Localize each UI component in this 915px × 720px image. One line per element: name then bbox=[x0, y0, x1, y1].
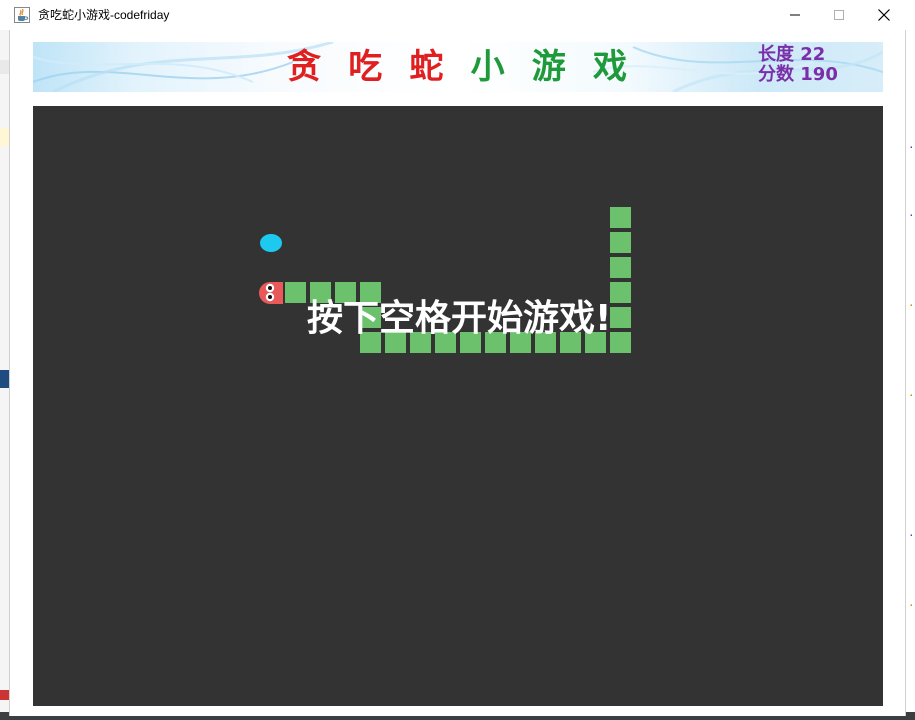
title-char: 戏 bbox=[592, 47, 627, 87]
ide-code-mark: · bbox=[908, 299, 915, 312]
length-display: 长度 22 bbox=[758, 44, 826, 65]
ide-left-mark bbox=[0, 690, 9, 700]
game-title: 贪吃蛇小游戏 bbox=[287, 46, 627, 88]
snake-body-segment bbox=[610, 282, 631, 303]
game-board[interactable]: 按下空格开始游戏! bbox=[33, 106, 883, 706]
ide-code-mark: · bbox=[908, 599, 915, 612]
close-icon bbox=[878, 9, 890, 21]
header-banner: 贪吃蛇小游戏 长度 22 分数 190 bbox=[33, 42, 883, 92]
snake-body-segment bbox=[610, 257, 631, 278]
snake-body-segment bbox=[285, 282, 306, 303]
background-ide-left bbox=[0, 30, 9, 720]
snake-body-segment bbox=[610, 307, 631, 328]
minimize-button[interactable] bbox=[772, 0, 818, 30]
snake-body-segment bbox=[610, 332, 631, 353]
title-char: 蛇 bbox=[409, 47, 444, 87]
ide-left-mark bbox=[0, 128, 9, 146]
maximize-button[interactable] bbox=[816, 0, 862, 30]
snake-head bbox=[259, 282, 283, 304]
ide-left-mark bbox=[0, 60, 9, 74]
ide-code-mark: · bbox=[908, 389, 915, 402]
background-ide-right: · · · · · · bbox=[906, 30, 915, 720]
title-bar[interactable]: 贪吃蛇小游戏-codefriday bbox=[0, 0, 915, 30]
snake-body-segment bbox=[610, 207, 631, 228]
ide-left-mark bbox=[0, 370, 9, 388]
java-cup-icon bbox=[14, 7, 30, 23]
window-title: 贪吃蛇小游戏-codefriday bbox=[38, 8, 170, 22]
snake-body-segment bbox=[610, 232, 631, 253]
score-display: 分数 190 bbox=[758, 64, 838, 85]
ide-code-mark: · bbox=[908, 141, 915, 154]
title-char: 小 bbox=[470, 47, 505, 87]
maximize-icon bbox=[834, 10, 844, 20]
ide-code-mark: · bbox=[908, 529, 915, 542]
start-prompt: 按下空格开始游戏! bbox=[307, 298, 612, 339]
minimize-icon bbox=[790, 14, 800, 16]
title-char: 游 bbox=[531, 47, 566, 87]
title-char: 吃 bbox=[348, 47, 383, 87]
close-button[interactable] bbox=[861, 0, 907, 30]
ide-code-mark: · bbox=[908, 209, 915, 222]
title-char: 贪 bbox=[287, 47, 321, 87]
desktop: · · · · · · 贪吃蛇小游戏-codefriday 贪 吃 蛇 小 游 … bbox=[0, 0, 915, 720]
food-pellet bbox=[260, 234, 282, 252]
